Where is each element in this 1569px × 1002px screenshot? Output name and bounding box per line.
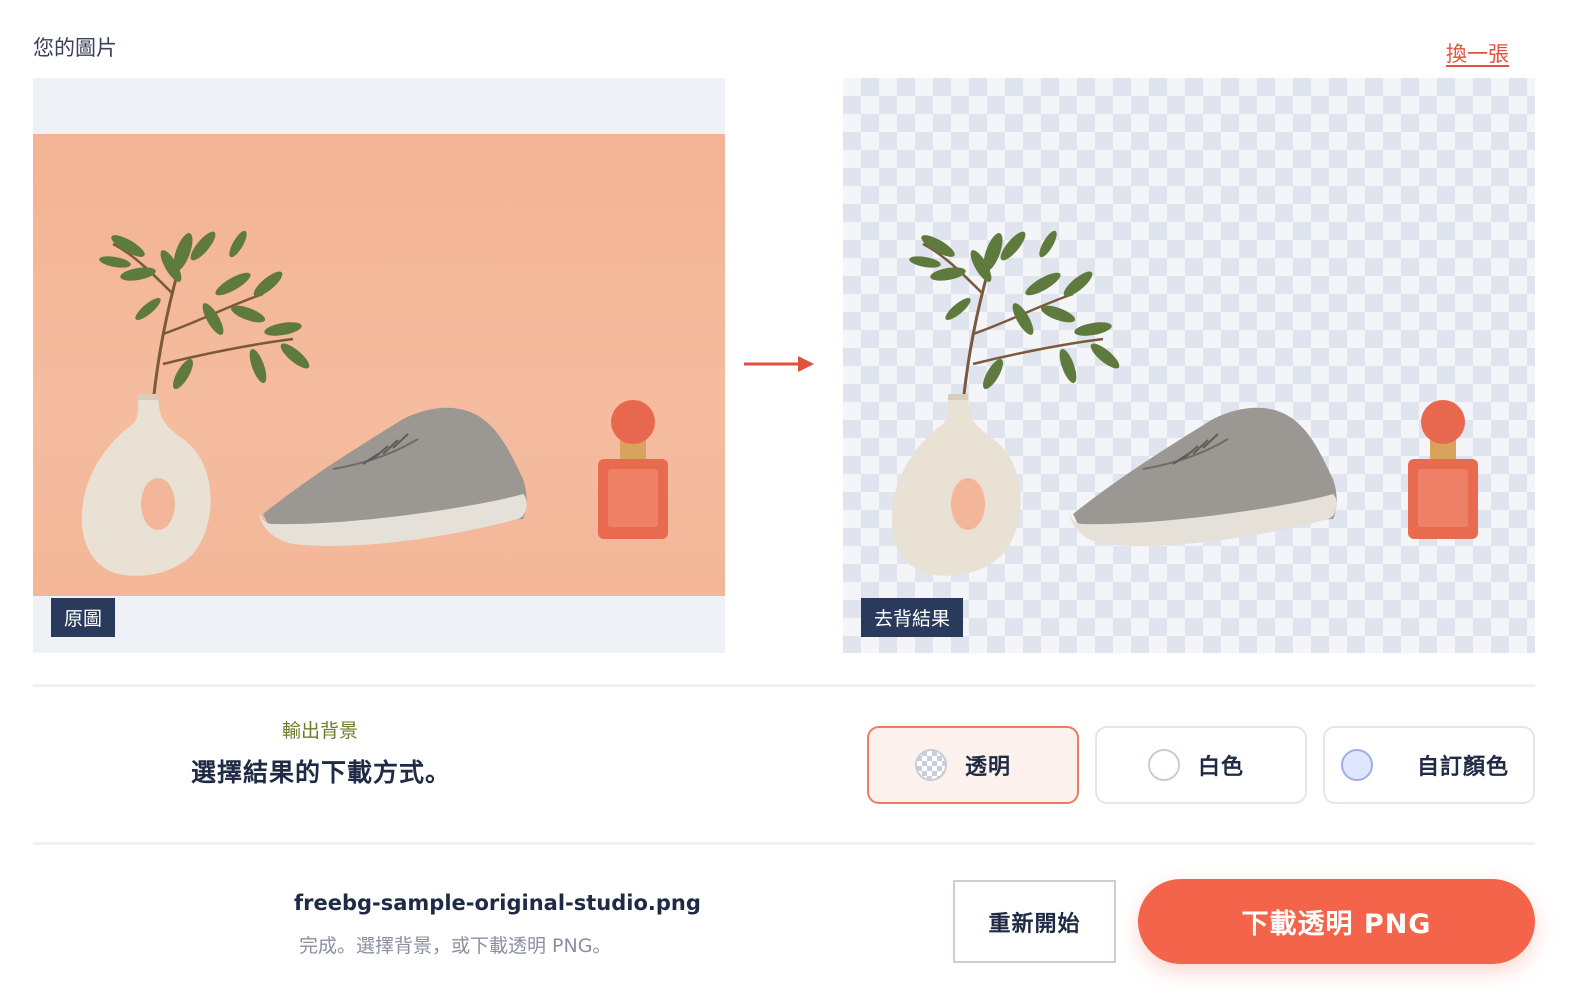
output-background-eyebrow: 輸出背景 [282, 720, 359, 742]
status-text: 完成。選擇背景，或下載透明 PNG。 [299, 935, 612, 957]
original-tag: 原圖 [51, 598, 116, 637]
bg-option-custom-color[interactable]: 自訂顏色 [1323, 726, 1535, 804]
bg-option-label: 自訂顏色 [1417, 755, 1510, 780]
bg-option-label: 白色 [1198, 755, 1245, 780]
bg-option-white[interactable]: 白色 [1095, 726, 1307, 804]
download-png-button[interactable]: 下載透明 PNG [1138, 879, 1535, 964]
replace-image-link[interactable]: 換一張 [1446, 38, 1509, 68]
result-tag: 去背結果 [861, 598, 964, 637]
section-divider [33, 684, 1535, 687]
bg-option-label: 透明 [965, 755, 1012, 780]
custom-color-swatch-icon [1341, 749, 1373, 781]
page-title: 您的圖片 [33, 36, 117, 60]
bg-option-transparent[interactable]: 透明 [867, 726, 1079, 804]
result-image-panel: 去背結果 [843, 78, 1535, 653]
checkerboard-swatch-icon [915, 749, 947, 781]
original-image-panel: 原圖 [33, 78, 725, 653]
white-swatch-icon [1148, 749, 1180, 781]
restart-button[interactable]: 重新開始 [953, 880, 1116, 963]
output-background-title: 選擇結果的下載方式。 [191, 758, 452, 787]
file-name: freebg-sample-original-studio.png [294, 891, 701, 915]
section-divider [33, 842, 1535, 845]
result-photo [890, 226, 1480, 578]
original-photo [80, 226, 670, 578]
arrow-right-icon [744, 356, 814, 372]
